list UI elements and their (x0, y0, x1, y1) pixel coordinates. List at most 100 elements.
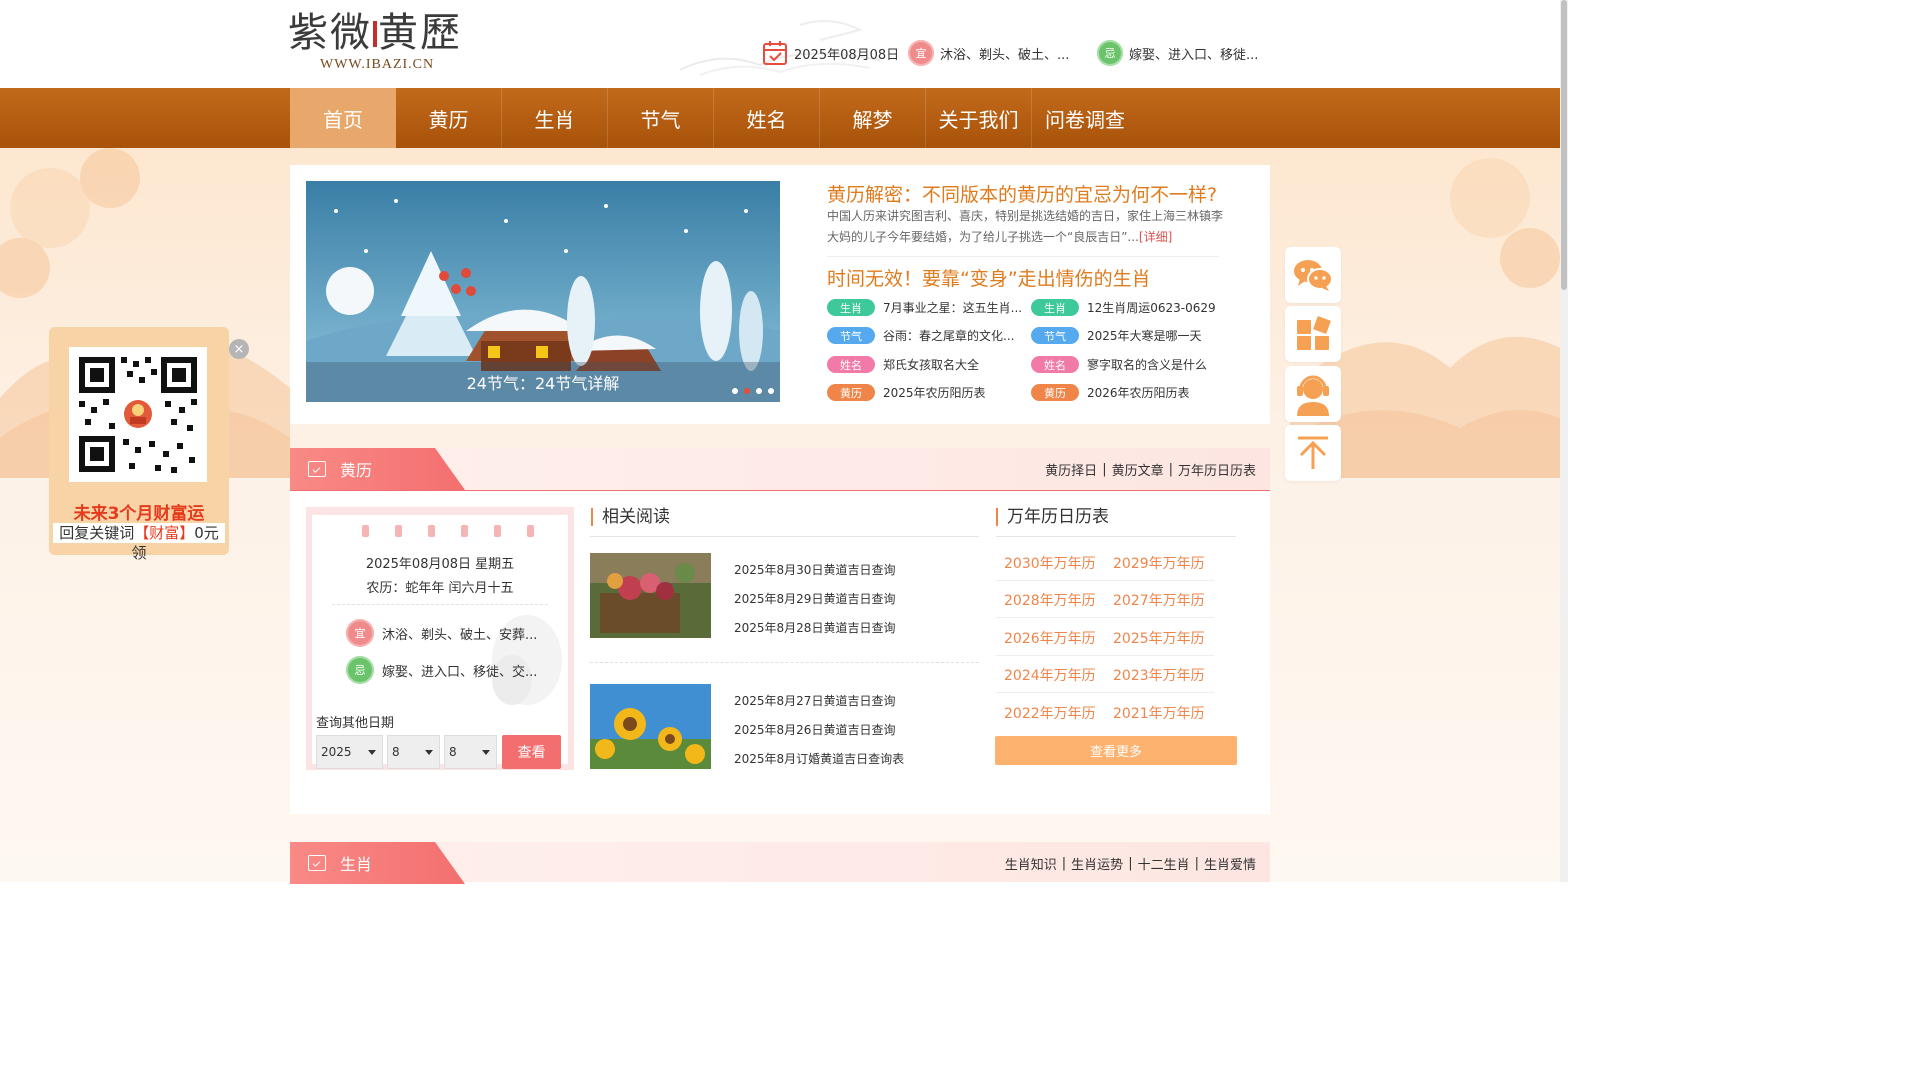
section-link-zeri[interactable]: 黄历择日 (1045, 460, 1097, 479)
customer-service-button[interactable] (1285, 366, 1341, 422)
qr-headline: 未来3个月财富运 (73, 504, 205, 524)
qr-popup[interactable]: 未来3个月财富运 回复关键词【财富】0元领 (49, 327, 229, 562)
related-link[interactable]: 2025年8月26日黄道吉日查询 (734, 721, 895, 738)
tag-item[interactable]: 生肖 12生肖周运0623-0629 (1031, 299, 1226, 316)
tag-item[interactable]: 节气 谷雨：春之尾章的文化... (827, 327, 1022, 344)
almanac-yi-text: 沐浴、剃头、破土、安葬... (382, 627, 538, 643)
section-tab-shengxiao[interactable]: 生肖 (290, 842, 465, 884)
nav-item-survey[interactable]: 问卷调查 (1032, 88, 1138, 148)
yi-icon: 宜 (908, 40, 934, 66)
related-thumbnail[interactable] (590, 553, 711, 638)
wannianli-link[interactable]: 2024年万年历 (1004, 665, 1096, 685)
tag-item[interactable]: 生肖 7月事业之星：这五生肖... (827, 299, 1022, 316)
related-thumbnail[interactable] (590, 684, 711, 769)
section-title: 生肖 (340, 855, 373, 874)
wannianli-link[interactable]: 2023年万年历 (1113, 665, 1205, 685)
header-ji-text: 嫁娶、进入口、移徙... (1129, 47, 1259, 63)
wechat-button[interactable] (1285, 247, 1341, 303)
almanac-widget: 2025年08月08日 星期五 农历：蛇年年 闰六月十五 宜沐浴、剃头、破土、安… (306, 507, 574, 770)
nav-item-shengxiao[interactable]: 生肖 (502, 88, 608, 148)
section-tab-huangli[interactable]: 黄历 (290, 448, 465, 490)
tag-text: 2026年农历阳历表 (1087, 386, 1190, 400)
tag-label: 黄历 (1031, 384, 1079, 401)
wannianli-link[interactable]: 2028年万年历 (1004, 590, 1096, 610)
section-link-fortune[interactable]: 生肖运势 (1071, 854, 1123, 873)
tag-label: 生肖 (1031, 299, 1079, 316)
site-logo[interactable]: 紫微 黄歷 WWW.IBAZI.CN (288, 10, 468, 80)
wannianli-link[interactable]: 2029年万年历 (1113, 553, 1205, 573)
year-select[interactable]: 2025 (316, 735, 383, 769)
day-select[interactable]: 8 (444, 735, 497, 769)
header-ji: 忌 嫁娶、进入口、移徙... (1097, 40, 1258, 66)
tag-label: 节气 (827, 327, 875, 344)
back-to-top-button[interactable] (1285, 425, 1341, 481)
tag-text: 12生肖周运0623-0629 (1087, 301, 1216, 315)
section-title: 黄历 (340, 461, 373, 480)
tag-item[interactable]: 黄历 2025年农历阳历表 (827, 384, 1022, 401)
wannianli-link[interactable]: 2021年万年历 (1113, 703, 1205, 723)
nav-item-jieqi[interactable]: 节气 (608, 88, 714, 148)
featured-text-1: 中国人历来讲究图吉利、喜庆，特别是挑选结婚的吉日，家住上海三林镇李大妈的儿子今年… (827, 206, 1225, 248)
wannianli-link[interactable]: 2026年万年历 (1004, 628, 1096, 648)
header-yi-text: 沐浴、剃头、破土、... (940, 47, 1070, 63)
header-yi: 宜 沐浴、剃头、破土、... (908, 40, 1069, 66)
calendar-icon (763, 41, 787, 65)
almanac-ji: 忌嫁娶、进入口、移徙、交... (346, 656, 537, 684)
carousel-dot-active[interactable] (744, 388, 750, 394)
section-link-articles[interactable]: 黄历文章 (1112, 460, 1164, 479)
section-header-shengxiao: 生肖 生肖知识 | 生肖运势 | 十二生肖 | 生肖爱情 (290, 842, 1270, 884)
nav-item-jiemeng[interactable]: 解梦 (820, 88, 926, 148)
related-link[interactable]: 2025年8月28日黄道吉日查询 (734, 619, 895, 636)
tag-item[interactable]: 节气 2025年大寒是哪一天 (1031, 327, 1226, 344)
logo-text-b: 黄歷 (378, 10, 462, 56)
wannianli-link[interactable]: 2030年万年历 (1004, 553, 1096, 573)
calendar-check-icon (308, 855, 326, 871)
calendar-rings (362, 525, 534, 537)
related-link[interactable]: 2025年8月30日黄道吉日查询 (734, 561, 895, 578)
nav-item-about[interactable]: 关于我们 (926, 88, 1032, 148)
nav-item-xingming[interactable]: 姓名 (714, 88, 820, 148)
tag-item[interactable]: 姓名 寥字取名的含义是什么 (1031, 356, 1226, 373)
featured-title-2[interactable]: 时间无效！要靠“变身”走出情伤的生肖 (827, 264, 1151, 291)
apps-button[interactable] (1285, 306, 1341, 362)
nav-item-home[interactable]: 首页 (290, 88, 396, 148)
ji-icon: 忌 (1097, 40, 1123, 66)
month-select[interactable]: 8 (387, 735, 440, 769)
apps-icon (1297, 316, 1331, 350)
carousel-dot[interactable] (732, 388, 738, 394)
featured-title-1[interactable]: 黄历解密：不同版本的黄历的宜忌为何不一样? (827, 180, 1217, 207)
logo-seal (373, 21, 377, 47)
tag-text: 郑氏女孩取名大全 (883, 358, 980, 372)
almanac-yi: 宜沐浴、剃头、破土、安葬... (346, 619, 537, 647)
related-link[interactable]: 2025年8月27日黄道吉日查询 (734, 692, 895, 709)
nav-item-huangli[interactable]: 黄历 (396, 88, 502, 148)
carousel-dot[interactable] (756, 388, 762, 394)
carousel-dot[interactable] (768, 388, 774, 394)
tag-label: 生肖 (827, 299, 875, 316)
wannianli-link[interactable]: 2027年万年历 (1113, 590, 1205, 610)
header-date-text: 2025年08月08日 (794, 47, 900, 63)
qr-code-image (79, 357, 197, 473)
banner-caption[interactable]: 24节气：24节气详解 (306, 362, 780, 402)
wechat-icon (1294, 260, 1333, 291)
section-link-love[interactable]: 生肖爱情 (1204, 854, 1256, 873)
section-link-knowledge[interactable]: 生肖知识 (1005, 854, 1057, 873)
wannianli-link[interactable]: 2022年万年历 (1004, 703, 1096, 723)
tag-label: 姓名 (1031, 356, 1079, 373)
scrollbar-thumb[interactable] (1561, 0, 1567, 290)
close-icon[interactable]: × (229, 339, 249, 359)
featured-more-link[interactable]: [详细] (1139, 230, 1172, 244)
wannianli-link[interactable]: 2025年万年历 (1113, 628, 1205, 648)
section-link-calendar[interactable]: 万年历日历表 (1178, 460, 1256, 479)
related-link[interactable]: 2025年8月订婚黄道吉日查询表 (734, 750, 904, 767)
tag-item[interactable]: 黄历 2026年农历阳历表 (1031, 384, 1226, 401)
related-link[interactable]: 2025年8月29日黄道吉日查询 (734, 590, 895, 607)
banner-carousel[interactable]: 24节气：24节气详解 (306, 181, 780, 402)
yi-icon: 宜 (346, 619, 374, 647)
query-button[interactable]: 查看 (502, 735, 561, 769)
tag-text: 2025年农历阳历表 (883, 386, 986, 400)
tag-item[interactable]: 姓名 郑氏女孩取名大全 (827, 356, 1022, 373)
section-link-twelve[interactable]: 十二生肖 (1138, 854, 1190, 873)
view-more-button[interactable]: 查看更多 (995, 736, 1237, 765)
tag-text: 7月事业之星：这五生肖... (883, 301, 1022, 315)
